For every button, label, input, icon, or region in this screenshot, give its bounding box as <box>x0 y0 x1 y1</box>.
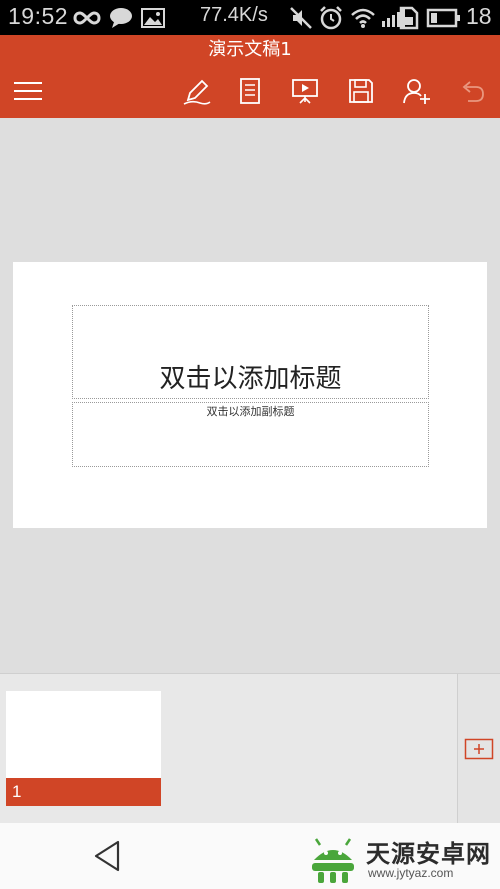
undo-icon <box>462 81 484 102</box>
title-bar: 演示文稿1 <box>0 35 500 65</box>
status-time: 19:52 <box>8 3 69 29</box>
edit-button[interactable] <box>181 75 213 107</box>
status-bar: 19:52 77.4K/s 18 <box>0 0 500 35</box>
infinity-icon <box>72 0 102 35</box>
title-placeholder-text: 双击以添加标题 <box>159 364 342 394</box>
slide-thumbnail-strip: 1 <box>0 673 500 824</box>
share-user-icon <box>403 79 430 104</box>
battery-level: 18 <box>466 3 492 29</box>
watermark: 天源安卓网 www.jytyaz.com <box>306 834 496 886</box>
present-button[interactable] <box>289 75 321 107</box>
alarm-icon <box>318 0 344 35</box>
toolbar <box>0 65 500 118</box>
back-triangle-icon <box>94 840 120 872</box>
wifi-icon <box>350 0 376 35</box>
slide-number: 1 <box>12 782 22 801</box>
slide-canvas[interactable]: 双击以添加标题 双击以添加副标题 <box>13 262 487 528</box>
mute-icon <box>289 0 313 35</box>
present-icon <box>292 79 318 104</box>
menu-icon <box>14 82 42 100</box>
notes-icon <box>240 78 260 104</box>
save-icon <box>349 79 373 103</box>
slide-canvas-area: 双击以添加标题 双击以添加副标题 <box>0 118 500 673</box>
battery-icon <box>426 0 462 35</box>
document-title: 演示文稿1 <box>208 39 292 60</box>
slide-thumbnail[interactable]: 1 <box>6 691 161 806</box>
slide-number-bar: 1 <box>6 778 161 806</box>
sim-icon <box>398 0 420 35</box>
menu-button[interactable] <box>12 75 44 107</box>
watermark-url: www.jytyaz.com <box>368 866 454 880</box>
back-button[interactable] <box>90 837 126 875</box>
subtitle-placeholder[interactable]: 双击以添加副标题 <box>72 402 429 467</box>
android-logo-icon <box>312 838 354 883</box>
add-slide-button[interactable] <box>464 737 494 761</box>
chat-bubble-icon <box>109 0 133 35</box>
save-button[interactable] <box>345 75 377 107</box>
title-placeholder[interactable]: 双击以添加标题 <box>72 305 429 399</box>
add-slide-panel <box>457 674 500 824</box>
pen-edit-icon <box>183 79 211 105</box>
net-speed: 77.4K/s <box>200 4 268 26</box>
add-slide-icon <box>464 738 494 760</box>
notes-button[interactable] <box>234 75 266 107</box>
undo-button[interactable] <box>456 75 488 107</box>
share-button[interactable] <box>401 75 433 107</box>
image-icon <box>141 0 165 35</box>
watermark-name: 天源安卓网 <box>366 840 491 868</box>
subtitle-placeholder-text: 双击以添加副标题 <box>206 405 295 418</box>
